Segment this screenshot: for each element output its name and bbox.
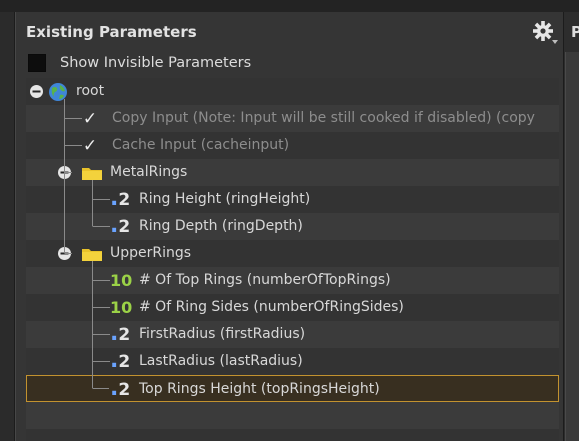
int-param-icon: 10 [110, 271, 133, 290]
float-param-icon: .2 [110, 320, 131, 346]
tree-row-ring-depth[interactable]: .2 Ring Depth (ringDepth) [26, 213, 559, 240]
tree-row-upperrings[interactable]: UpperRings [26, 240, 559, 267]
tree-empty-row [26, 402, 559, 429]
tree-item-label: Cache Input (cacheinput) [112, 137, 290, 153]
tree-row-root[interactable]: root [26, 78, 559, 105]
left-strip [0, 12, 15, 441]
tree-item-label: UpperRings [110, 245, 192, 261]
float-param-icon: .2 [110, 212, 131, 238]
float-param-icon: .2 [110, 347, 131, 373]
collapse-toggle-icon[interactable] [57, 159, 72, 186]
folder-icon [81, 159, 103, 186]
tree-item-label: # Of Top Rings (numberOfTopRings) [139, 272, 391, 288]
collapse-toggle-icon[interactable] [29, 78, 44, 105]
folder-icon [81, 240, 103, 267]
panel-title: Existing Parameters [26, 23, 197, 41]
float-param-icon: .2 [110, 375, 131, 401]
int-param-icon: 10 [110, 298, 133, 317]
tree-row-first-radius[interactable]: .2 FirstRadius (firstRadius) [26, 321, 559, 348]
tree-empty-row [26, 429, 559, 441]
collapse-toggle-icon[interactable] [57, 240, 72, 267]
tree-row-metalrings[interactable]: MetalRings [26, 159, 559, 186]
adjacent-panel: P [563, 12, 579, 441]
adjacent-panel-body [565, 52, 579, 441]
tree-item-label: MetalRings [110, 164, 188, 180]
tree-item-label: Ring Depth (ringDepth) [139, 218, 303, 234]
top-strip [0, 0, 579, 12]
tree-item-label: root [76, 83, 105, 99]
tree-item-label: Top Rings Height (topRingsHeight) [139, 381, 380, 397]
show-invisible-parameters-toggle[interactable]: Show Invisible Parameters [28, 52, 251, 74]
globe-icon [48, 78, 68, 105]
tree-item-label: Copy Input (Note: Input will be still co… [112, 110, 535, 126]
tree-item-label: LastRadius (lastRadius) [139, 353, 303, 369]
tree-item-label: Ring Height (ringHeight) [139, 191, 311, 207]
show-invisible-checkbox[interactable] [28, 54, 46, 72]
tree-item-label: # Of Ring Sides (numberOfRingSides) [139, 299, 404, 315]
tree-row-ring-height[interactable]: .2 Ring Height (ringHeight) [26, 186, 559, 213]
float-param-icon: .2 [110, 185, 131, 211]
existing-parameters-panel: Existing Parameters Show Invisible Param… [15, 12, 563, 441]
parameter-tree[interactable]: root ✓ Copy Input (Note: Input will be s… [26, 78, 559, 441]
tree-row-number-of-top-rings[interactable]: 10 # Of Top Rings (numberOfTopRings) [26, 267, 559, 294]
tree-row-top-rings-height[interactable]: .2 Top Rings Height (topRingsHeight) [26, 375, 559, 402]
toggle-param-icon: ✓ [82, 135, 98, 156]
tree-item-label: FirstRadius (firstRadius) [139, 326, 306, 342]
toggle-param-icon: ✓ [82, 108, 98, 129]
adjacent-panel-title: P [571, 23, 579, 41]
tree-row-last-radius[interactable]: .2 LastRadius (lastRadius) [26, 348, 559, 375]
show-invisible-label: Show Invisible Parameters [60, 55, 252, 71]
gear-menu-icon[interactable] [530, 18, 560, 46]
tree-row-number-of-ring-sides[interactable]: 10 # Of Ring Sides (numberOfRingSides) [26, 294, 559, 321]
tree-row-cache-input[interactable]: ✓ Cache Input (cacheinput) [26, 132, 559, 159]
tree-row-copy-input[interactable]: ✓ Copy Input (Note: Input will be still … [26, 105, 559, 132]
